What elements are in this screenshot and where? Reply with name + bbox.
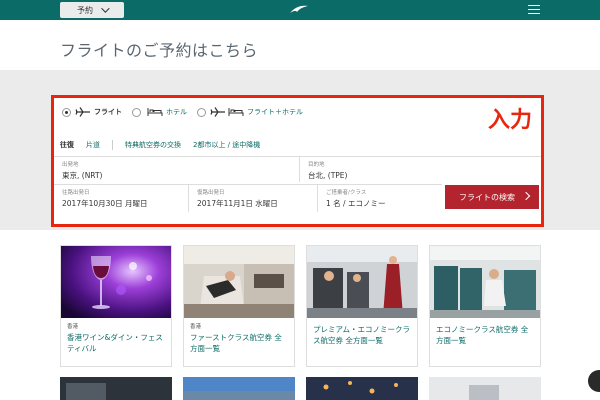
promo-image-economy xyxy=(430,246,540,318)
top-navigation-bar: 予約 xyxy=(0,0,600,20)
promo-card-wine-dine[interactable]: 香港 香港ワイン&ダイン・フェスティバル xyxy=(60,245,172,367)
bed-icon xyxy=(147,108,163,116)
tab-award-ticket[interactable]: 特典航空券の交換 xyxy=(125,140,181,150)
scroll-to-top-button[interactable] xyxy=(588,370,600,392)
option-flight-label: フライト xyxy=(94,108,122,116)
promo-card-first-class[interactable]: 香港 ファーストクラス航空券 全方面一覧 xyxy=(183,245,295,367)
flight-search-button[interactable]: フライトの検索 xyxy=(445,185,539,209)
hotel-radio[interactable] xyxy=(132,107,141,117)
flight-search-label: フライトの検索 xyxy=(459,192,515,202)
return-date-value: 2017年11月1日 水曜日 xyxy=(197,199,278,208)
promo-card-row2-1[interactable] xyxy=(60,377,172,400)
card-category: 香港 xyxy=(67,324,79,330)
booking-panel: フライト ホテル フライト＋ホテル 入力 往復 片道 特典航空券の交換 2都市以… xyxy=(51,95,544,227)
promo-image-premium-economy xyxy=(307,246,417,318)
card-title: エコノミークラス航空券 全方面一覧 xyxy=(436,325,529,345)
cabin-interior-photo xyxy=(60,377,172,400)
destination-value: 台北, (TPE) xyxy=(308,171,348,180)
lanterns-photo xyxy=(306,377,418,400)
depart-date-label: 往路出発日 xyxy=(62,190,90,196)
wine-glass-photo xyxy=(61,246,171,318)
return-date-field[interactable]: 復路出発日 2017年11月1日 水曜日 xyxy=(189,184,317,212)
chevron-down-icon xyxy=(101,4,110,13)
flight-hotel-radio[interactable] xyxy=(197,107,206,117)
origin-field[interactable]: 出発地 東京, (NRT) xyxy=(54,156,299,182)
card-title: 香港ワイン&ダイン・フェスティバル xyxy=(67,333,163,353)
passengers-label: ご搭乗者/クラス xyxy=(326,190,367,196)
bed-icon xyxy=(228,108,244,116)
passengers-value: 1 名 / エコノミー xyxy=(326,199,386,208)
option-hotel[interactable]: ホテル xyxy=(132,107,187,117)
promo-card-row2-4[interactable] xyxy=(429,377,541,400)
plane-icon xyxy=(210,107,225,117)
promo-image-wine xyxy=(61,246,171,318)
tab-multi-city[interactable]: 2都市以上 / 途中降機 xyxy=(193,140,260,150)
cabin-photo xyxy=(429,377,541,400)
option-flight[interactable]: フライト xyxy=(62,107,122,117)
flight-radio[interactable] xyxy=(62,107,71,117)
promo-card-premium-economy[interactable]: プレミアム・エコノミークラス航空券 全方面一覧 xyxy=(306,245,418,367)
promo-card-row2-2[interactable] xyxy=(183,377,295,400)
card-category: 香港 xyxy=(190,324,202,330)
card-title: ファーストクラス航空券 全方面一覧 xyxy=(190,333,282,353)
tab-round-trip[interactable]: 往復 xyxy=(60,140,74,150)
option-flight-hotel-label: フライト＋ホテル xyxy=(247,108,303,116)
card-title: プレミアム・エコノミークラス航空券 全方面一覧 xyxy=(313,325,410,345)
depart-date-value: 2017年10月30日 月曜日 xyxy=(62,199,148,208)
tab-one-way[interactable]: 片道 xyxy=(86,140,100,150)
option-hotel-label: ホテル xyxy=(166,108,187,116)
input-annotation-label: 入力 xyxy=(480,98,540,138)
return-date-label: 復路出発日 xyxy=(197,190,225,196)
hamburger-menu-icon[interactable] xyxy=(528,5,540,15)
reserve-label: 予約 xyxy=(77,5,93,15)
sky-landscape-photo xyxy=(183,377,295,400)
chevron-right-icon xyxy=(521,191,531,201)
plane-icon xyxy=(75,107,90,117)
tab-divider xyxy=(112,140,113,150)
page-title: フライトのご予約はこちら xyxy=(60,41,259,60)
promo-card-economy[interactable]: エコノミークラス航空券 全方面一覧 xyxy=(429,245,541,367)
destination-label: 目的地 xyxy=(308,162,325,168)
origin-value: 東京, (NRT) xyxy=(62,171,103,180)
booking-type-options: フライト ホテル フライト＋ホテル xyxy=(62,104,313,120)
destination-field[interactable]: 目的地 台北, (TPE) xyxy=(300,156,541,182)
promo-card-row2-3[interactable] xyxy=(306,377,418,400)
origin-label: 出発地 xyxy=(62,162,79,168)
economy-cabin-photo xyxy=(430,246,540,318)
first-class-seat-photo xyxy=(184,246,294,318)
promo-image-first-class xyxy=(184,246,294,318)
premium-economy-photo xyxy=(307,246,417,318)
passengers-field[interactable]: ご搭乗者/クラス 1 名 / エコノミー xyxy=(318,184,442,212)
depart-date-field[interactable]: 往路出発日 2017年10月30日 月曜日 xyxy=(54,184,188,212)
trip-type-tabs: 往復 片道 特典航空券の交換 2都市以上 / 途中降機 xyxy=(60,138,272,152)
reserve-dropdown-button[interactable]: 予約 xyxy=(60,2,124,18)
option-flight-hotel[interactable]: フライト＋ホテル xyxy=(197,107,303,117)
airline-logo-icon[interactable] xyxy=(288,4,310,16)
